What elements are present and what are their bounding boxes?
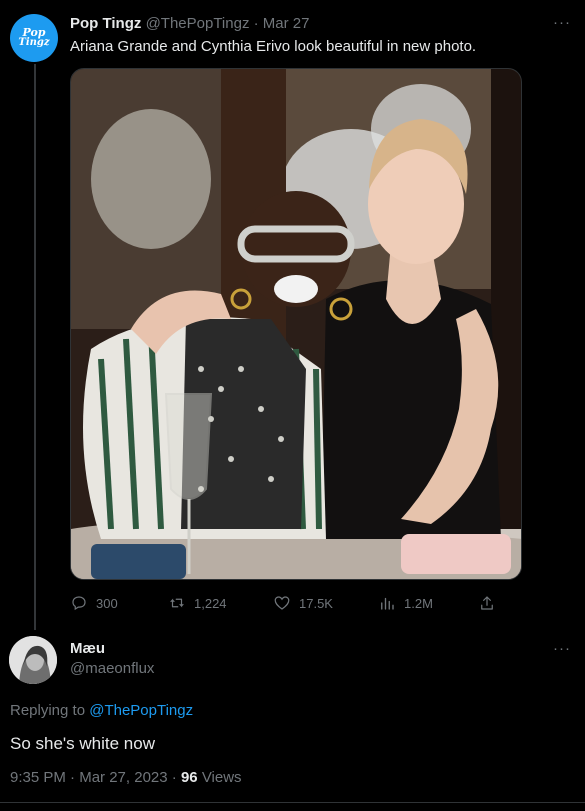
reply-count: 300 — [96, 595, 118, 611]
header-separator: · — [253, 15, 259, 32]
retweet-icon — [170, 598, 184, 608]
like-action[interactable]: 17.5K — [273, 592, 333, 614]
reply-more-options-icon[interactable]: ··· — [553, 640, 571, 657]
replying-to: Replying to @ThePopTingz — [10, 702, 193, 719]
reply-author-name[interactable]: Mæu — [70, 640, 105, 657]
more-options-icon[interactable]: ··· — [553, 14, 571, 31]
author-handle[interactable]: @ThePopTingz — [146, 15, 250, 32]
avatar-maeonflux[interactable] — [9, 636, 57, 684]
like-count: 17.5K — [299, 595, 333, 611]
reply-views-count[interactable]: 96 — [181, 769, 198, 786]
author-name[interactable]: Pop Tingz — [70, 15, 141, 32]
reply-metadata: 9:35 PM · Mar 27, 2023 · 96 Views — [10, 769, 242, 786]
tweet-date[interactable]: Mar 27 — [263, 15, 310, 32]
avatar-logo-bottom: Tingz — [18, 37, 50, 48]
reply-text: So she's white now — [10, 734, 155, 753]
avatar-poptingz[interactable]: Pop Tingz — [10, 14, 58, 62]
views-count: 1.2M — [404, 595, 433, 611]
retweet-action[interactable]: 1,224 — [168, 592, 227, 614]
photo-illustration — [71, 69, 521, 579]
heart-icon — [274, 596, 290, 610]
reply-time[interactable]: 9:35 PM — [10, 769, 66, 786]
reply-icon — [72, 596, 86, 611]
tweet-actions: 300 1,224 17.5K 1.2M — [70, 592, 500, 614]
retweet-count: 1,224 — [194, 595, 227, 611]
analytics-icon — [381, 597, 394, 610]
replying-prefix: Replying to — [10, 702, 86, 719]
thread-connector-line — [34, 64, 36, 630]
tweet-header: Pop Tingz @ThePopTingz · Mar 27 — [70, 15, 309, 33]
avatar-image — [9, 636, 57, 684]
share-icon — [481, 596, 493, 610]
views-action[interactable]: 1.2M — [378, 592, 433, 614]
reply-views-label: Views — [201, 769, 242, 786]
tweet-photo[interactable] — [70, 68, 522, 580]
meta-separator: · — [70, 769, 76, 786]
reply-date[interactable]: Mar 27, 2023 — [79, 769, 167, 786]
tweet-text: Ariana Grande and Cynthia Erivo look bea… — [70, 38, 477, 55]
reply-action[interactable]: 300 — [70, 592, 118, 614]
bottom-divider — [0, 802, 585, 803]
reply-author-handle[interactable]: @maeonflux — [70, 660, 154, 677]
meta-separator-2: · — [171, 769, 177, 786]
share-action[interactable] — [478, 592, 496, 614]
replying-to-link[interactable]: @ThePopTingz — [89, 702, 193, 719]
